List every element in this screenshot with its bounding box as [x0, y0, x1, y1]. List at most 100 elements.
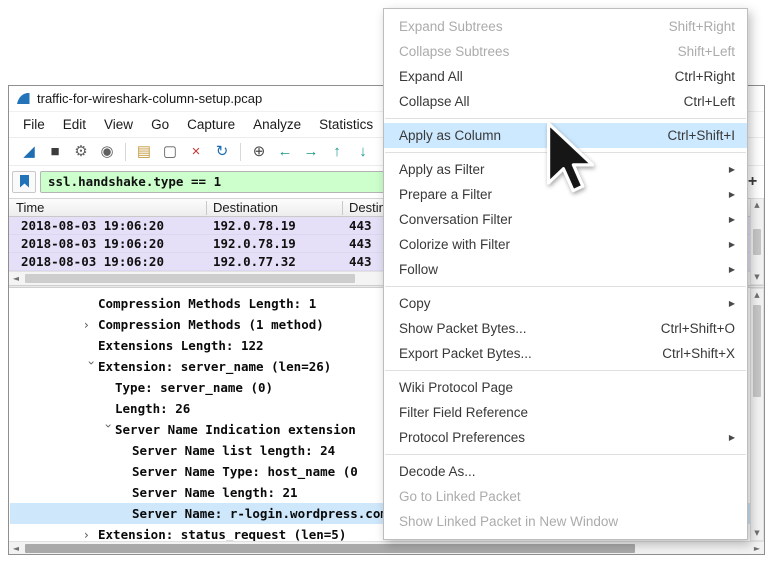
previous-packet-icon[interactable]: ← [273, 140, 297, 164]
menu-statistics[interactable]: Statistics [310, 112, 382, 137]
start-capture-icon[interactable]: ◢ [17, 140, 41, 164]
context-menu-item-colorize-with-filter[interactable]: Colorize with Filter▶ [384, 232, 747, 257]
menu-item-label: Filter Field Reference [399, 405, 528, 420]
context-menu-item-show-packet-bytes[interactable]: Show Packet Bytes...Ctrl+Shift+O [384, 316, 747, 341]
last-packet-icon[interactable]: ↓ [351, 140, 375, 164]
cell-time: 2018-08-03 19:06:20 [21, 253, 164, 270]
open-file-icon[interactable]: ▤ [132, 140, 156, 164]
menu-separator [385, 370, 746, 371]
bookmark-icon [19, 175, 30, 188]
cell-destination-port: 443 [349, 217, 372, 234]
menu-item-shortcut: Shift+Left [678, 44, 735, 59]
scroll-left-button[interactable]: ◄ [9, 272, 23, 285]
context-menu-item-export-packet-bytes[interactable]: Export Packet Bytes...Ctrl+Shift+X [384, 341, 747, 366]
tree-expander-icon[interactable]: › [81, 361, 102, 375]
menu-analyze[interactable]: Analyze [244, 112, 310, 137]
context-menu-item-show-linked-packet-in-new-window: Show Linked Packet in New Window [384, 509, 747, 534]
scrollbar-thumb[interactable] [753, 229, 761, 255]
context-menu-item-protocol-preferences[interactable]: Protocol Preferences▶ [384, 425, 747, 450]
context-menu-item-wiki-protocol-page[interactable]: Wiki Protocol Page [384, 375, 747, 400]
filter-bookmark-button[interactable] [12, 171, 36, 193]
cell-time: 2018-08-03 19:06:20 [21, 217, 164, 234]
detail-text: Server Name: r-login.wordpress.com [132, 506, 388, 521]
mouse-cursor-icon [546, 122, 608, 200]
menu-separator [385, 454, 746, 455]
scroll-up-button[interactable]: ▲ [751, 199, 763, 212]
menu-separator [385, 286, 746, 287]
menu-view[interactable]: View [95, 112, 142, 137]
menu-item-label: Show Linked Packet in New Window [399, 514, 618, 529]
scroll-up-button[interactable]: ▲ [751, 289, 763, 302]
scroll-down-button[interactable]: ▼ [751, 271, 763, 284]
detail-text: Server Name Type: host_name (0 [132, 464, 358, 479]
menu-item-label: Go to Linked Packet [399, 489, 521, 504]
detail-text: Extension: server_name (len=26) [98, 359, 331, 374]
scroll-left-button[interactable]: ◄ [9, 542, 23, 555]
context-menu-item-decode-as[interactable]: Decode As... [384, 459, 747, 484]
menu-item-label: Apply as Column [399, 128, 501, 143]
submenu-arrow-icon: ▶ [729, 433, 735, 442]
details-hscrollbar[interactable]: ◄ ► [9, 541, 764, 554]
menu-item-label: Expand All [399, 69, 463, 84]
window-title: traffic-for-wireshark-column-setup.pcap [37, 91, 262, 106]
menu-go[interactable]: Go [142, 112, 178, 137]
scroll-down-button[interactable]: ▼ [751, 527, 763, 540]
reload-file-icon[interactable]: ↻ [210, 140, 234, 164]
context-menu-item-filter-field-reference[interactable]: Filter Field Reference [384, 400, 747, 425]
first-packet-icon[interactable]: ↑ [325, 140, 349, 164]
menu-file[interactable]: File [14, 112, 54, 137]
wireshark-logo-icon [16, 91, 31, 106]
cell-destination: 192.0.78.19 [213, 235, 296, 252]
tree-expander-icon[interactable]: › [84, 315, 98, 336]
context-menu-item-expand-all[interactable]: Expand AllCtrl+Right [384, 64, 747, 89]
detail-text: Extension: status_request (len=5) [98, 527, 346, 541]
close-file-icon[interactable]: × [184, 140, 208, 164]
menu-item-shortcut: Ctrl+Shift+I [667, 128, 735, 143]
menu-item-label: Expand Subtrees [399, 19, 503, 34]
menu-item-label: Decode As... [399, 464, 476, 479]
column-header-destination[interactable]: Destination [213, 199, 278, 217]
context-menu-item-collapse-all[interactable]: Collapse AllCtrl+Left [384, 89, 747, 114]
scrollbar-thumb[interactable] [25, 274, 355, 283]
detail-text: Server Name list length: 24 [132, 443, 335, 458]
submenu-arrow-icon: ▶ [729, 190, 735, 199]
next-packet-icon[interactable]: → [299, 140, 323, 164]
scrollbar-thumb[interactable] [25, 544, 635, 553]
menu-edit[interactable]: Edit [54, 112, 95, 137]
context-menu-item-copy[interactable]: Copy▶ [384, 291, 747, 316]
context-menu-item-follow[interactable]: Follow▶ [384, 257, 747, 282]
column-header-time[interactable]: Time [16, 199, 44, 217]
cell-destination-port: 443 [349, 235, 372, 252]
menu-item-label: Conversation Filter [399, 212, 512, 227]
menu-item-label: Copy [399, 296, 431, 311]
cell-destination-port: 443 [349, 253, 372, 270]
packet-details-vscrollbar[interactable]: ▲ ▼ [750, 288, 764, 541]
menu-item-label: Show Packet Bytes... [399, 321, 527, 336]
menu-separator [385, 118, 746, 119]
toolbar-separator [125, 143, 126, 161]
submenu-arrow-icon: ▶ [729, 165, 735, 174]
desktop: traffic-for-wireshark-column-setup.pcap … [0, 0, 768, 563]
detail-text: Compression Methods (1 method) [98, 317, 324, 332]
tree-expander-icon[interactable]: › [84, 525, 98, 541]
context-menu-item-conversation-filter[interactable]: Conversation Filter▶ [384, 207, 747, 232]
cell-destination: 192.0.77.32 [213, 253, 296, 270]
packet-list-vscrollbar[interactable]: ▲ ▼ [750, 198, 764, 285]
scrollbar-thumb[interactable] [753, 305, 761, 397]
capture-options-icon[interactable]: ⚙ [69, 140, 93, 164]
menu-item-shortcut: Shift+Right [669, 19, 735, 34]
column-separator[interactable] [342, 201, 343, 215]
context-menu-item-expand-subtrees: Expand Subtrees Shift+Right [384, 14, 747, 39]
scroll-right-button[interactable]: ► [750, 542, 764, 555]
restart-capture-icon[interactable]: ◉ [95, 140, 119, 164]
column-separator[interactable] [206, 201, 207, 215]
save-file-icon[interactable]: ▢ [158, 140, 182, 164]
tree-expander-icon[interactable]: › [98, 424, 119, 438]
detail-text: Server Name Indication extension [115, 422, 356, 437]
context-menu: Expand SubtreesShift+RightCollapse Subtr… [383, 8, 748, 540]
find-packet-icon[interactable]: ⊕ [247, 140, 271, 164]
menu-capture[interactable]: Capture [178, 112, 244, 137]
detail-text: Type: server_name (0) [115, 380, 273, 395]
stop-capture-icon[interactable]: ■ [43, 140, 67, 164]
menu-item-label: Prepare a Filter [399, 187, 492, 202]
